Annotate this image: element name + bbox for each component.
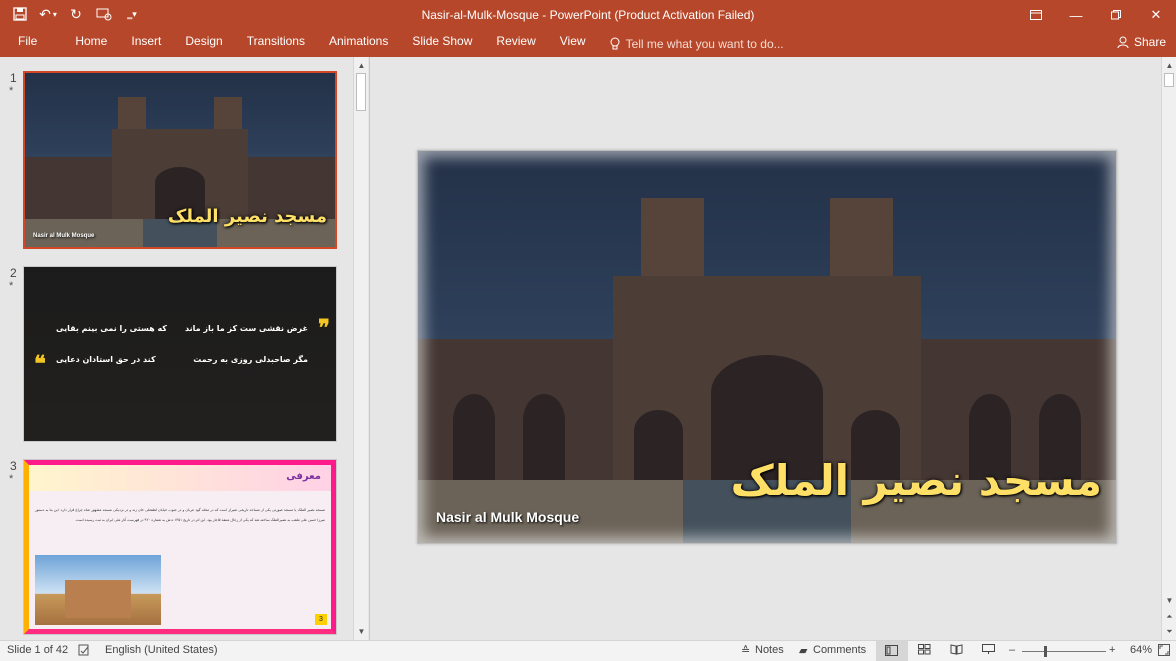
- mosque-image: [35, 555, 161, 625]
- slide-heading: معرفی: [286, 471, 321, 482]
- zoom-slider-knob[interactable]: [1044, 646, 1047, 657]
- poem-line: کند در حق استادان دعایی: [56, 355, 156, 364]
- animation-marker: *: [9, 473, 14, 485]
- maximize-icon[interactable]: [1096, 0, 1136, 30]
- thumbnail-scrollbar[interactable]: ▲ ▼: [353, 57, 368, 640]
- scroll-down-icon[interactable]: ▼: [1162, 593, 1176, 608]
- slide-scrollbar[interactable]: ▲ ▼ ⏶ ⏷: [1161, 57, 1176, 640]
- tab-home[interactable]: Home: [63, 30, 119, 57]
- title-bar: ↶ ▾ ↻ ‗▾ Nasir-al-Mulk-Mosque - PowerPoin…: [0, 0, 1176, 30]
- slide-header: معرفی: [29, 465, 331, 491]
- ribbon-tabs: File Home Insert Design Transitions Anim…: [0, 30, 1176, 57]
- notes-button[interactable]: Notes: [755, 644, 784, 656]
- poem-line: که هستی را نمی بینم بقایی: [56, 324, 167, 333]
- scroll-up-icon[interactable]: ▲: [1162, 58, 1176, 73]
- comments-button[interactable]: Comments: [813, 644, 866, 656]
- share-label: Share: [1133, 35, 1166, 49]
- poem-line: غرض نقشی ست کز ما باز ماند: [184, 324, 308, 333]
- tab-view[interactable]: View: [548, 30, 598, 57]
- zoom-slider-track[interactable]: [1022, 651, 1106, 652]
- lightbulb-icon: [610, 37, 620, 50]
- window-controls: — ✕: [1016, 0, 1176, 30]
- slide-subtitle[interactable]: Nasir al Mulk Mosque: [436, 509, 579, 525]
- slide-editing-area: مسجد نصیر الملک Nasir al Mulk Mosque: [371, 57, 1161, 640]
- slide-thumbnail-2[interactable]: ❞ غرض نقشی ست کز ما باز ماند که هستی را …: [23, 266, 337, 442]
- slide-counter: Slide 1 of 42: [7, 644, 69, 656]
- tab-insert[interactable]: Insert: [119, 30, 173, 57]
- zoom-in-icon[interactable]: +: [1109, 644, 1115, 656]
- slide-number: 1: [10, 71, 17, 85]
- current-slide[interactable]: مسجد نصیر الملک Nasir al Mulk Mosque: [417, 150, 1117, 544]
- next-slide-icon[interactable]: ⏷: [1162, 624, 1176, 639]
- tab-review[interactable]: Review: [484, 30, 547, 57]
- status-bar: Slide 1 of 42 English (United States) ≙ …: [0, 640, 1176, 661]
- slide-number: 2: [10, 266, 17, 280]
- slide-thumbnail-pane: 1 * مسجد نصیر الملک Nasir al Mulk Mosque…: [0, 57, 370, 640]
- spelling-icon[interactable]: [78, 644, 90, 659]
- close-icon[interactable]: ✕: [1136, 0, 1176, 30]
- notes-icon[interactable]: ≙: [741, 644, 750, 657]
- slide-title[interactable]: مسجد نصیر الملک: [731, 456, 1102, 505]
- quote-mark-icon: ❝: [34, 351, 46, 377]
- share-button[interactable]: Share: [1117, 32, 1166, 52]
- person-icon: [1117, 36, 1129, 48]
- slide-paragraph: مسجد نصیر الملک یا مسجد صورتی یکی از مسا…: [35, 508, 325, 522]
- reading-view-icon[interactable]: [950, 644, 963, 658]
- scroll-up-icon[interactable]: ▲: [354, 58, 369, 73]
- tab-transitions[interactable]: Transitions: [235, 30, 317, 57]
- slide-sorter-view-icon[interactable]: [918, 644, 931, 658]
- zoom-out-icon[interactable]: –: [1009, 644, 1015, 656]
- slide-thumbnail-3[interactable]: معرفی مسجد نصیر الملک یا مسجد صورتی یکی …: [23, 459, 337, 635]
- zoom-level[interactable]: 64%: [1130, 644, 1152, 656]
- slide-show-view-icon[interactable]: [982, 644, 995, 658]
- window-title: Nasir-al-Mulk-Mosque - PowerPoint (Produ…: [421, 8, 755, 22]
- comment-icon[interactable]: ▰: [799, 644, 807, 657]
- tell-me-box[interactable]: Tell me what you want to do...: [598, 30, 784, 57]
- quote-mark-icon: ❞: [318, 315, 330, 341]
- slide-subtitle: Nasir al Mulk Mosque: [33, 233, 95, 239]
- previous-slide-icon[interactable]: ⏶: [1162, 609, 1176, 624]
- tab-file[interactable]: File: [6, 30, 49, 57]
- slide-number: 3: [10, 459, 17, 473]
- scroll-thumb[interactable]: [1164, 73, 1174, 87]
- tell-me-text: Tell me what you want to do...: [625, 36, 784, 51]
- language-indicator[interactable]: English (United States): [105, 644, 218, 656]
- animation-marker: *: [9, 85, 14, 97]
- minimize-icon[interactable]: —: [1056, 0, 1096, 30]
- animation-marker: *: [9, 280, 14, 292]
- tab-animations[interactable]: Animations: [317, 30, 400, 57]
- fit-slide-icon[interactable]: [1158, 644, 1170, 659]
- poem-line: مگر صاحبدلی روزی به رحمت: [193, 355, 308, 364]
- tab-slide-show[interactable]: Slide Show: [400, 30, 484, 57]
- tab-design[interactable]: Design: [173, 30, 234, 57]
- scroll-thumb[interactable]: [356, 73, 366, 111]
- slide-title: مسجد نصیر الملک: [167, 206, 327, 227]
- page-number-badge: 3: [315, 614, 327, 625]
- normal-view-button[interactable]: [876, 641, 908, 661]
- slide-thumbnail-1[interactable]: مسجد نصیر الملک Nasir al Mulk Mosque: [23, 71, 337, 249]
- scroll-down-icon[interactable]: ▼: [354, 624, 369, 639]
- ribbon-display-options-icon[interactable]: [1016, 0, 1056, 30]
